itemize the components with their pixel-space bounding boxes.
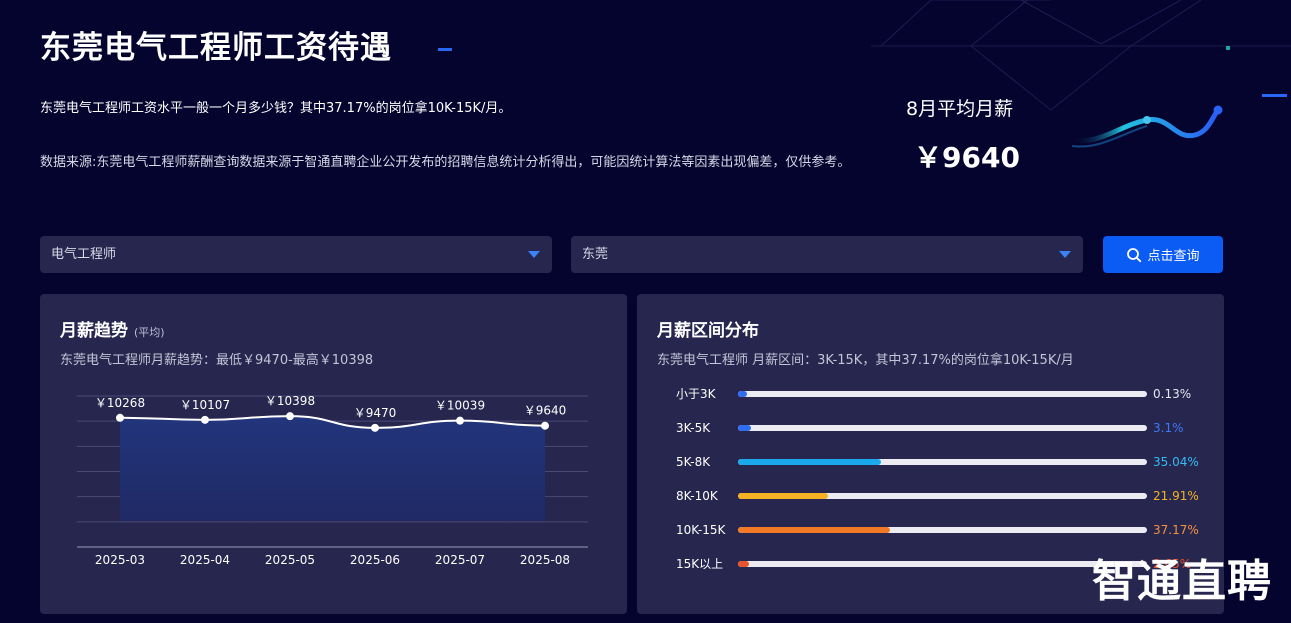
job-select-value: 电气工程师 bbox=[51, 247, 117, 262]
salary-range-bar-track bbox=[738, 493, 1147, 499]
x-axis-tick-label: 2025-05 bbox=[265, 553, 315, 567]
trend-value-label: ￥10398 bbox=[265, 394, 315, 408]
trend-point bbox=[116, 413, 124, 422]
x-axis-tick-label: 2025-07 bbox=[435, 553, 485, 567]
salary-range-label: 15K以上 bbox=[676, 557, 724, 571]
trend-point bbox=[456, 416, 464, 425]
trend-point bbox=[541, 421, 549, 430]
trend-value-label: ￥9640 bbox=[524, 404, 567, 418]
trend-value-label: ￥10107 bbox=[180, 398, 230, 412]
salary-range-label: 5K-8K bbox=[676, 455, 711, 469]
salary-range-row: 5K-8K 35.04% bbox=[676, 452, 1216, 472]
query-button[interactable]: 点击查询 bbox=[1103, 236, 1223, 273]
salary-range-row: 小于3K 0.13% bbox=[676, 384, 1216, 404]
city-select[interactable]: 东莞 bbox=[571, 236, 1083, 273]
salary-trend-chart: ￥10268 2025-03 ￥10107 2025-04 ￥10398 2025-05 ￥… bbox=[77, 394, 588, 567]
data-source-note: 数据来源:东莞电气工程师薪酬查询数据来源于智通直聘企业公开发布的招聘信息统计分析… bbox=[40, 155, 851, 170]
salary-range-percent: 35.04% bbox=[1153, 455, 1199, 469]
salary-range-percent: 0.13% bbox=[1153, 387, 1192, 401]
chevron-down-icon bbox=[528, 251, 540, 258]
dist-card-subtitle: 东莞电气工程师 月薪区间：3K-15K，其中37.17%的岗位拿10K-15K/… bbox=[657, 353, 1074, 368]
salary-range-bar-track bbox=[738, 459, 1147, 465]
trend-point bbox=[286, 412, 294, 421]
salary-range-bar-fill bbox=[738, 493, 828, 499]
trend-value-label: ￥10268 bbox=[95, 396, 145, 410]
job-select[interactable]: 电气工程师 bbox=[40, 236, 552, 273]
salary-range-bar-fill bbox=[738, 459, 882, 465]
salary-range-bar-track bbox=[738, 561, 1147, 567]
query-button-label: 点击查询 bbox=[1147, 249, 1200, 264]
wave-decoration bbox=[1070, 105, 1223, 148]
salary-range-bar-fill bbox=[738, 391, 747, 397]
salary-range-bar-fill bbox=[738, 561, 749, 567]
salary-range-bar-fill bbox=[738, 527, 891, 533]
x-axis-tick-label: 2025-06 bbox=[350, 553, 400, 567]
salary-range-bar-track bbox=[738, 425, 1147, 431]
trend-value-label: ￥9470 bbox=[354, 406, 397, 420]
salary-range-percent: 37.17% bbox=[1153, 523, 1199, 537]
page-description: 东莞电气工程师工资水平一般一个月多少钱？其中37.17%的岗位拿10K-15K/… bbox=[40, 101, 512, 116]
salary-range-label: 小于3K bbox=[676, 387, 716, 401]
right-accent-dash bbox=[1262, 94, 1287, 97]
salary-range-bar-fill bbox=[738, 425, 751, 431]
watermark-logo: 智通直聘 bbox=[1092, 556, 1272, 607]
salary-range-bar-track bbox=[738, 391, 1147, 397]
search-icon bbox=[1127, 247, 1142, 262]
x-axis-tick-label: 2025-08 bbox=[520, 553, 570, 567]
trend-value-label: ￥10039 bbox=[435, 399, 485, 413]
city-select-value: 东莞 bbox=[582, 247, 609, 262]
trend-point bbox=[371, 423, 379, 432]
trend-point bbox=[201, 415, 209, 424]
salary-range-label: 3K-5K bbox=[676, 421, 711, 435]
x-axis-tick-label: 2025-04 bbox=[180, 553, 230, 567]
salary-range-bar-track bbox=[738, 527, 1147, 533]
page-title: 东莞电气工程师工资待遇 bbox=[40, 30, 392, 66]
salary-range-label: 10K-15K bbox=[676, 523, 726, 537]
title-accent-dash bbox=[438, 48, 452, 51]
dist-card-title: 月薪区间分布 bbox=[657, 321, 759, 341]
chevron-down-icon bbox=[1059, 251, 1071, 258]
trend-area bbox=[120, 416, 545, 521]
salary-range-percent: 3.1% bbox=[1153, 421, 1184, 435]
salary-range-row: 10K-15K 37.17% bbox=[676, 520, 1216, 540]
x-axis-tick-label: 2025-03 bbox=[95, 553, 145, 567]
salary-range-row: 8K-10K 21.91% bbox=[676, 486, 1216, 506]
salary-range-row: 3K-5K 3.1% bbox=[676, 418, 1216, 438]
average-salary-label: 8月平均月薪 bbox=[906, 98, 1014, 120]
salary-range-label: 8K-10K bbox=[676, 489, 718, 503]
salary-range-percent: 21.91% bbox=[1153, 489, 1199, 503]
average-salary-value: ￥9640 bbox=[914, 141, 1020, 174]
salary-trend-card: 月薪趋势 (平均) 东莞电气工程师月薪趋势：最低￥9470-最高￥10398 ￥1… bbox=[40, 294, 627, 614]
